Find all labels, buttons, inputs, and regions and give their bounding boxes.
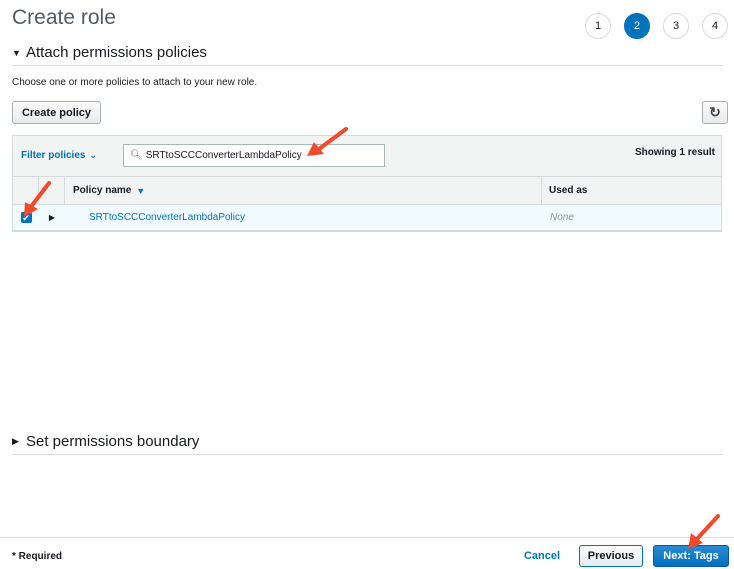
chevron-down-icon: ⌄ xyxy=(89,150,98,160)
page-title: Create role xyxy=(12,6,116,29)
permissions-boundary-title: Set permissions boundary xyxy=(26,433,200,450)
header-expand-cell xyxy=(39,177,65,204)
policy-search-box[interactable]: 🔍︎ xyxy=(123,144,385,167)
step-3[interactable]: 3 xyxy=(663,13,689,39)
refresh-icon: ↻ xyxy=(709,104,721,120)
filter-bar: Filter policies⌄ 🔍︎ Showing 1 result xyxy=(13,136,721,177)
header-used-as[interactable]: Used as xyxy=(542,177,721,204)
policy-name-link[interactable]: SRTtoSCCConverterLambdaPolicy xyxy=(65,205,542,230)
refresh-button[interactable]: ↻ xyxy=(702,101,728,124)
policy-search-input[interactable] xyxy=(145,150,376,161)
result-count: Showing 1 result xyxy=(634,147,715,158)
policy-checkbox[interactable]: ✔ xyxy=(20,212,32,223)
filter-policies-label: Filter policies xyxy=(21,150,86,161)
caret-right-icon: ▶ xyxy=(12,436,19,446)
cancel-button[interactable]: Cancel xyxy=(521,546,563,566)
attach-policies-description: Choose one or more policies to attach to… xyxy=(12,77,258,88)
create-policy-button[interactable]: Create policy xyxy=(12,101,101,124)
wizard-steps: 1 2 3 4 xyxy=(585,13,728,39)
search-icon: 🔍︎ xyxy=(130,150,143,161)
header-select-cell xyxy=(13,177,39,204)
caret-down-icon: ▼ xyxy=(12,47,21,58)
permissions-boundary-header[interactable]: ▶ Set permissions boundary xyxy=(12,433,722,455)
header-policy-name[interactable]: Policy name ▼ xyxy=(65,177,542,204)
policy-table: Filter policies⌄ 🔍︎ Showing 1 result Pol… xyxy=(12,135,722,232)
next-tags-button[interactable]: Next: Tags xyxy=(653,545,729,567)
table-header: Policy name ▼ Used as xyxy=(13,177,721,205)
expand-row-icon[interactable]: ▶ xyxy=(39,205,65,230)
previous-button[interactable]: Previous xyxy=(579,545,643,567)
policy-used-as: None xyxy=(550,212,574,223)
step-1[interactable]: 1 xyxy=(585,13,611,39)
attach-policies-title: Attach permissions policies xyxy=(26,44,207,61)
table-row[interactable]: ✔ ▶ SRTtoSCCConverterLambdaPolicy None xyxy=(13,205,721,231)
row-select-cell: ✔ xyxy=(13,205,39,230)
filter-policies-dropdown[interactable]: Filter policies ⌄ xyxy=(21,150,97,161)
required-note: * Required xyxy=(12,551,63,562)
attach-policies-header[interactable]: ▼ Attach permissions policies xyxy=(12,44,722,66)
sort-desc-icon[interactable]: ▼ xyxy=(136,186,145,196)
step-2[interactable]: 2 xyxy=(624,13,650,39)
step-4[interactable]: 4 xyxy=(702,13,728,39)
